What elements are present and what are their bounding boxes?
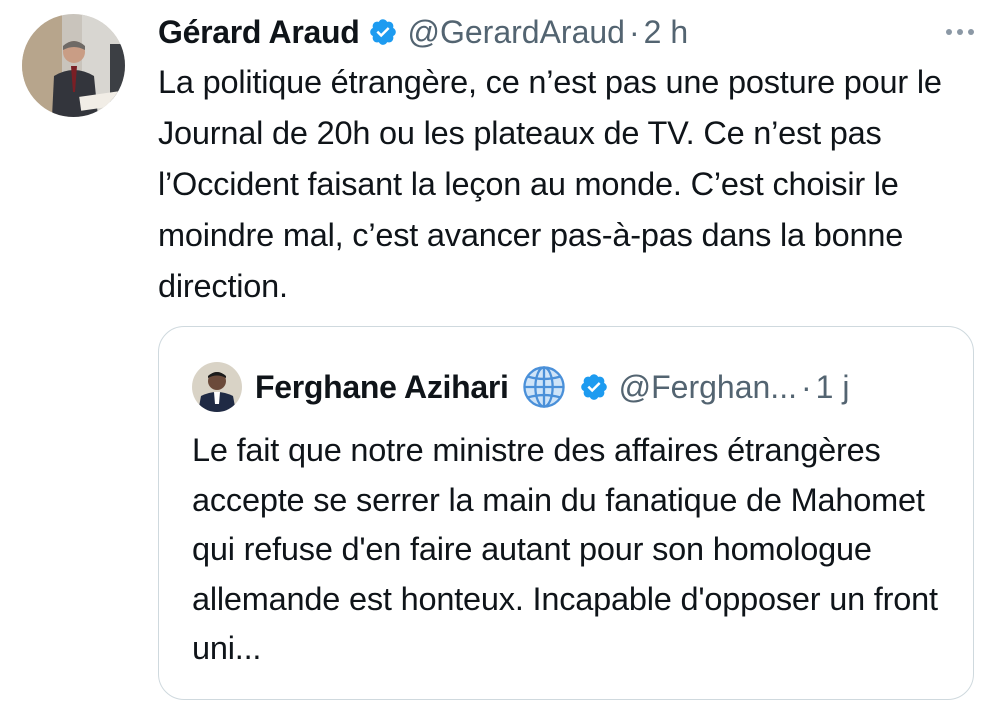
tweet-text: La politique étrangère, ce n’est pas une… [158, 64, 942, 304]
avatar-photo [22, 14, 125, 117]
quoted-avatar-photo [192, 362, 242, 412]
more-options-icon [946, 29, 974, 35]
tweet-timestamp[interactable]: 2 h [644, 14, 688, 51]
author-handle[interactable]: @GerardAraud [408, 14, 625, 51]
quoted-author-handle: @Ferghan... [618, 368, 797, 405]
author-name[interactable]: Gérard Araud [158, 14, 360, 51]
tweet-header: Gérard Araud @GerardAraud · 2 h [158, 8, 980, 56]
separator-dot: · [628, 13, 640, 50]
quoted-tweet-header: Ferghane Azihari @Ferghan... · 1 j [255, 361, 953, 413]
quoted-author-avatar [192, 362, 242, 412]
quoted-tweet-card[interactable]: Ferghane Azihari @Ferghan... · 1 j Le fa… [158, 326, 974, 700]
more-options-button[interactable] [940, 12, 980, 52]
quoted-separator-dot: · [800, 368, 812, 405]
quoted-author-name: Ferghane Azihari [255, 368, 509, 405]
globe-icon [522, 366, 565, 408]
verified-badge-icon [369, 19, 396, 45]
quoted-tweet-timestamp: 1 j [815, 368, 850, 405]
quoted-tweet-text: Le fait que notre ministre des affaires … [192, 432, 938, 666]
author-avatar[interactable] [22, 14, 125, 117]
quoted-verified-badge-icon [580, 374, 607, 400]
